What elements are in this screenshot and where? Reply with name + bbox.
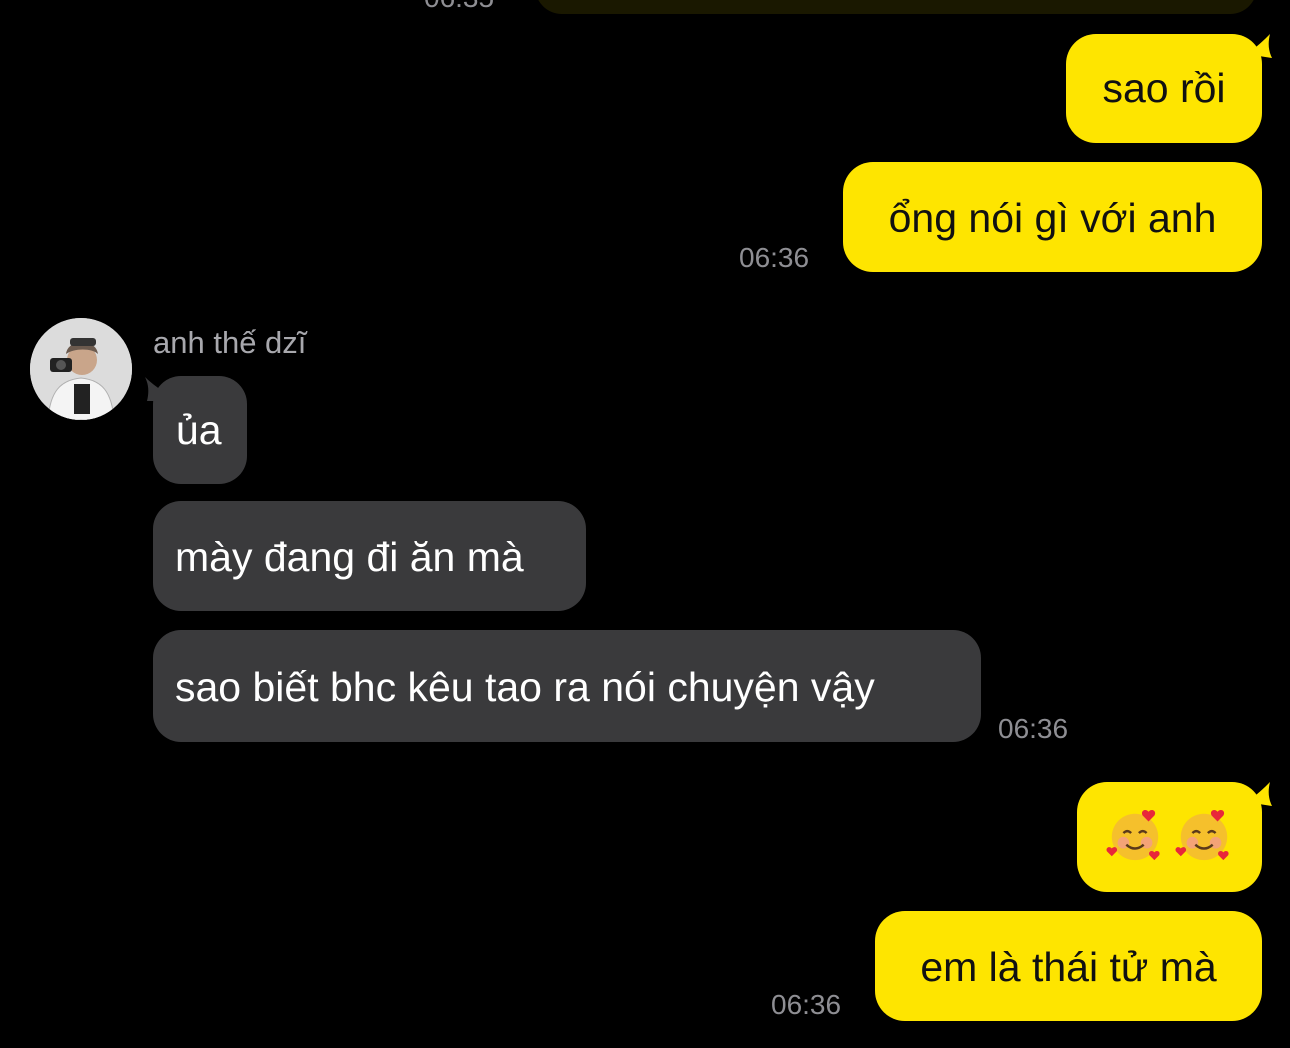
outgoing-emoji-bubble[interactable] [1077,782,1262,892]
incoming-message-bubble[interactable]: ủa [153,376,247,484]
outgoing-message-bubble[interactable]: em là thái tử mà [875,911,1262,1021]
message-text: ổng nói gì với anh [888,195,1217,241]
incoming-message-bubble[interactable]: mày đang đi ăn mà [153,501,586,611]
sender-avatar[interactable] [30,318,132,420]
outgoing-message-bubble[interactable]: ổng nói gì với anh [843,162,1262,272]
message-text: sao biết bhc kêu tao ra nói chuyện vậy [175,664,875,710]
avatar-image [30,318,132,420]
incoming-message-bubble[interactable]: sao biết bhc kêu tao ra nói chuyện vậy [153,630,981,742]
smiling-face-with-hearts-icon [1175,810,1229,861]
bubble-tail [1246,782,1272,806]
partial-outgoing-bubble[interactable] [535,0,1257,14]
message-timestamp: 06:36 [998,713,1069,744]
message-timestamp: 06:36 [771,989,842,1020]
message-text: mày đang đi ăn mà [175,534,524,580]
outgoing-message-bubble[interactable]: sao rồi [1066,34,1262,143]
smiling-face-with-hearts-icon [1106,810,1160,861]
message-text: em là thái tử mà [920,944,1217,990]
message-timestamp: 06:36 [739,242,810,273]
bubble-tail [1246,34,1272,58]
sender-name: anh thế dzĩ [153,325,307,360]
timestamp-partial: 06:35 [424,0,494,14]
message-text: sao rồi [1102,65,1226,111]
message-text: ủa [176,407,222,453]
